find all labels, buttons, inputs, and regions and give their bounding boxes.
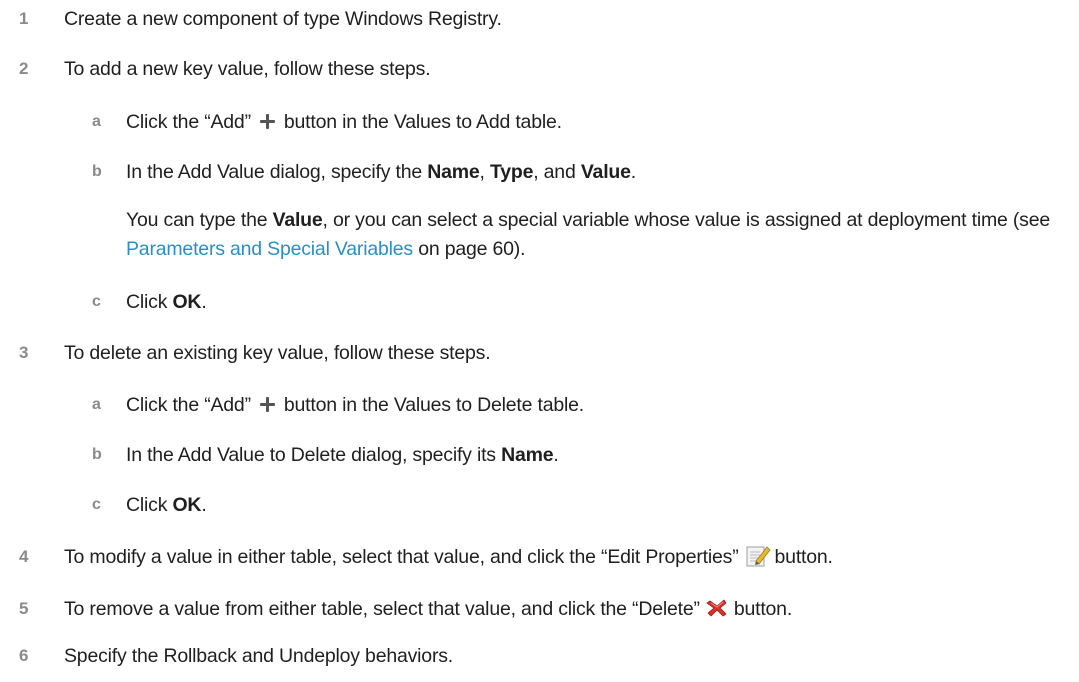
text-run: button.	[733, 598, 793, 620]
cross-reference-link[interactable]: Parameters and Special Variables	[126, 238, 413, 260]
step-number: 6	[19, 646, 29, 665]
text-run: on page 60).	[412, 238, 526, 260]
step-number: 5	[19, 599, 29, 618]
substep-2c: c Click OK.	[0, 287, 1079, 317]
delete-x-icon	[706, 599, 727, 617]
text-run: To modify a value in either table, selec…	[64, 546, 739, 568]
bold-term: Name	[501, 444, 554, 466]
step-text: Specify the Rollback and Undeploy behavi…	[64, 645, 454, 667]
substep-letter: a	[92, 113, 101, 130]
substep-2b: b In the Add Value dialog, specify the N…	[0, 157, 1079, 187]
text-run: , and	[533, 161, 581, 183]
step-text: To remove a value from either table, sel…	[64, 594, 792, 624]
step-number: 2	[19, 59, 29, 78]
text-run: button in the Values to Add table.	[283, 111, 562, 133]
substep-letter: c	[92, 293, 101, 310]
text-run: .	[553, 444, 559, 466]
text-run: To remove a value from either table, sel…	[64, 598, 700, 620]
substep-text: In the Add Value dialog, specify the Nam…	[126, 157, 636, 187]
bold-term: Value	[580, 161, 631, 183]
substep-letter: c	[92, 496, 101, 513]
bold-term: Type	[489, 161, 534, 183]
step-text: Create a new component of type Windows R…	[64, 8, 502, 30]
text-run: .	[201, 494, 207, 516]
substep-3b: b In the Add Value to Delete dialog, spe…	[0, 440, 1079, 470]
step-5: 5 To remove a value from either table, s…	[0, 594, 1079, 624]
text-run: Click	[126, 494, 173, 516]
step-2: 2 To add a new key value, follow these s…	[0, 54, 1079, 84]
substep-text: Click OK.	[126, 287, 207, 317]
text-run: Click	[126, 291, 173, 313]
substep-letter: a	[92, 396, 101, 413]
plus-icon	[259, 113, 276, 130]
substep-letter: b	[92, 446, 102, 463]
text-run: In the Add Value to Delete dialog, speci…	[126, 444, 502, 466]
text-run: button.	[774, 546, 833, 568]
bold-term: Name	[427, 161, 480, 183]
step-number: 3	[19, 343, 29, 362]
step-number: 1	[19, 9, 29, 28]
text-run: .	[201, 291, 207, 313]
text-run: Click the “Add”	[126, 111, 251, 133]
substep-text: Click OK.	[126, 490, 207, 520]
step-text: To add a new key value, follow these ste…	[64, 58, 431, 80]
substep-3a: a Click the “Add” button in the Values to…	[0, 390, 1079, 420]
substep-text: Click the “Add” button in the Values to D…	[126, 390, 584, 420]
substep-text: Click the “Add” button in the Values to A…	[126, 107, 562, 137]
text-run: Click the “Add”	[126, 394, 251, 416]
substep-2a: a Click the “Add” button in the Values to…	[0, 107, 1079, 137]
step-number: 4	[19, 547, 29, 566]
step-1: 1 Create a new component of type Windows…	[0, 4, 1079, 34]
bold-term: Value	[272, 209, 323, 231]
plus-icon	[259, 396, 276, 413]
step-6: 6 Specify the Rollback and Undeploy beha…	[0, 641, 1079, 671]
text-run: ,	[479, 161, 490, 183]
step-text: To delete an existing key value, follow …	[64, 342, 491, 364]
text-run: button in the Values to Delete table.	[283, 394, 584, 416]
document-page: { "steps": { "s1": { "num": "1", "text":…	[0, 0, 1079, 682]
substep-text: In the Add Value to Delete dialog, speci…	[126, 440, 559, 470]
substep-2b-note: You can type the Value, or you can selec…	[126, 206, 1056, 264]
edit-properties-icon	[746, 546, 771, 567]
step-text: To modify a value in either table, selec…	[64, 542, 833, 572]
bold-term: OK	[172, 291, 202, 313]
step-4: 4 To modify a value in either table, sel…	[0, 542, 1079, 572]
text-run: In the Add Value dialog, specify the	[126, 161, 428, 183]
text-run: You can type the	[126, 209, 273, 231]
text-run: .	[630, 161, 636, 183]
bold-term: OK	[172, 494, 202, 516]
substep-letter: b	[92, 163, 102, 180]
step-3: 3 To delete an existing key value, follo…	[0, 338, 1079, 368]
substep-3c: c Click OK.	[0, 490, 1079, 520]
text-run: , or you can select a special variable w…	[322, 209, 1051, 231]
